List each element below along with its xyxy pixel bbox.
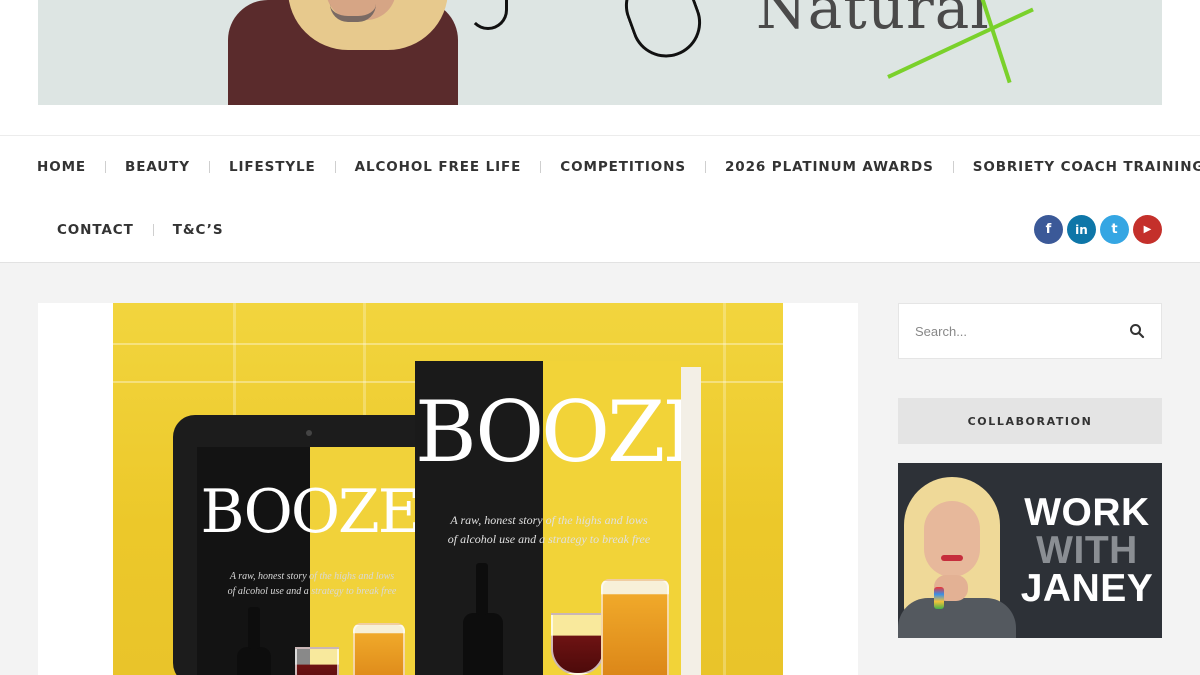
nav-row-primary: HOME BEAUTY LIFESTYLE ALCOHOL FREE LIFE …: [37, 159, 1200, 175]
book-cover: BOOZE A raw, honest story of the highs a…: [415, 361, 681, 675]
beer-glass-graphic: [353, 623, 405, 675]
nav-separator: [540, 161, 542, 173]
tablet-screen: BOOZE A raw, honest story of the highs a…: [197, 447, 423, 675]
nav-item-competitions[interactable]: COMPETITIONS: [560, 159, 686, 175]
nav-separator: [208, 161, 210, 173]
book-subtitle-line1: A raw, honest story of the highs and low…: [450, 513, 648, 527]
nav-separator: [952, 161, 954, 173]
nav-item-home[interactable]: HOME: [37, 159, 86, 175]
banner-brand-text: Natural: [756, 0, 990, 42]
banner-script-logo: [468, 0, 508, 30]
book-pages: [679, 367, 701, 675]
nav-item-terms[interactable]: T&C’S: [173, 222, 224, 238]
header-banner-image[interactable]: Natural: [38, 0, 1162, 105]
main-navigation: HOME BEAUTY LIFESTYLE ALCOHOL FREE LIFE …: [0, 135, 1200, 263]
banner-script-logo-stroke: [615, 0, 711, 68]
promo-line-janey: JANEY: [1020, 567, 1154, 610]
tablet-book-title: BOOZE: [200, 477, 421, 547]
nav-separator: [705, 161, 706, 173]
promo-portrait-lips: [941, 555, 963, 561]
nav-item-alcohol-free-life[interactable]: ALCOHOL FREE LIFE: [355, 159, 522, 175]
twitter-icon[interactable]: t: [1100, 215, 1129, 244]
book-mockup: BOOZE A raw, honest story of the highs a…: [415, 361, 703, 675]
nav-separator: [334, 161, 336, 173]
facebook-icon[interactable]: f: [1034, 215, 1063, 244]
promo-line-work: WORK: [1024, 491, 1150, 534]
book-title: BOOZE: [415, 383, 681, 481]
bottle-neck: [248, 607, 260, 649]
nav-item-lifestyle[interactable]: LIFESTYLE: [229, 159, 316, 175]
work-with-janey-banner[interactable]: WORK WITH JANEY: [898, 463, 1162, 638]
site-header: Natural: [0, 0, 1200, 135]
search-form: [898, 303, 1162, 359]
featured-post-card: BOOZE A raw, honest story of the highs a…: [38, 303, 858, 675]
nav-separator: [152, 224, 154, 236]
tablet-book-subtitle-line1: A raw, honest story of the highs and low…: [229, 571, 395, 582]
wine-glass-graphic: [295, 647, 339, 675]
social-links: f in t ▶: [1034, 215, 1162, 244]
wine-bottle-graphic: [237, 607, 271, 675]
bottle-neck: [476, 563, 488, 615]
wine-glass-graphic: [551, 613, 605, 675]
linkedin-icon[interactable]: in: [1067, 215, 1096, 244]
nav-separator: [105, 161, 107, 173]
promo-line-with: WITH: [1036, 529, 1138, 572]
nav-row-secondary: CONTACT T&C’S: [57, 222, 223, 238]
nav-item-sobriety-coach-training[interactable]: SOBRIETY COACH TRAINING: [973, 159, 1200, 175]
tablet-book-subtitle: A raw, honest story of the highs and low…: [207, 569, 417, 599]
book-subtitle: A raw, honest story of the highs and low…: [427, 511, 671, 549]
youtube-icon[interactable]: ▶: [1133, 215, 1162, 244]
hero-bg-rail: [113, 343, 783, 345]
beer-glass-graphic: [601, 579, 669, 675]
promo-portrait-bracelet: [934, 587, 944, 609]
promo-portrait-face: [924, 501, 980, 577]
book-subtitle-line2: of alcohol use and a strategy to break f…: [447, 532, 651, 546]
sidebar-section-title: COLLABORATION: [898, 398, 1162, 444]
search-icon[interactable]: [1129, 323, 1145, 339]
hero-bg-post: [723, 303, 726, 675]
tablet-book-subtitle-line2: of alcohol use and a strategy to break f…: [227, 586, 397, 597]
featured-post-image[interactable]: BOOZE A raw, honest story of the highs a…: [113, 303, 783, 675]
tablet-camera: [306, 430, 312, 436]
nav-item-beauty[interactable]: BEAUTY: [125, 159, 190, 175]
nav-item-contact[interactable]: CONTACT: [57, 222, 134, 238]
tablet-mockup: BOOZE A raw, honest story of the highs a…: [173, 415, 445, 675]
wine-bottle-graphic: [463, 563, 503, 675]
search-input[interactable]: [915, 323, 1129, 339]
promo-portrait-shirt: [898, 598, 1016, 638]
nav-item-platinum-awards[interactable]: 2026 PLATINUM AWARDS: [725, 159, 934, 175]
